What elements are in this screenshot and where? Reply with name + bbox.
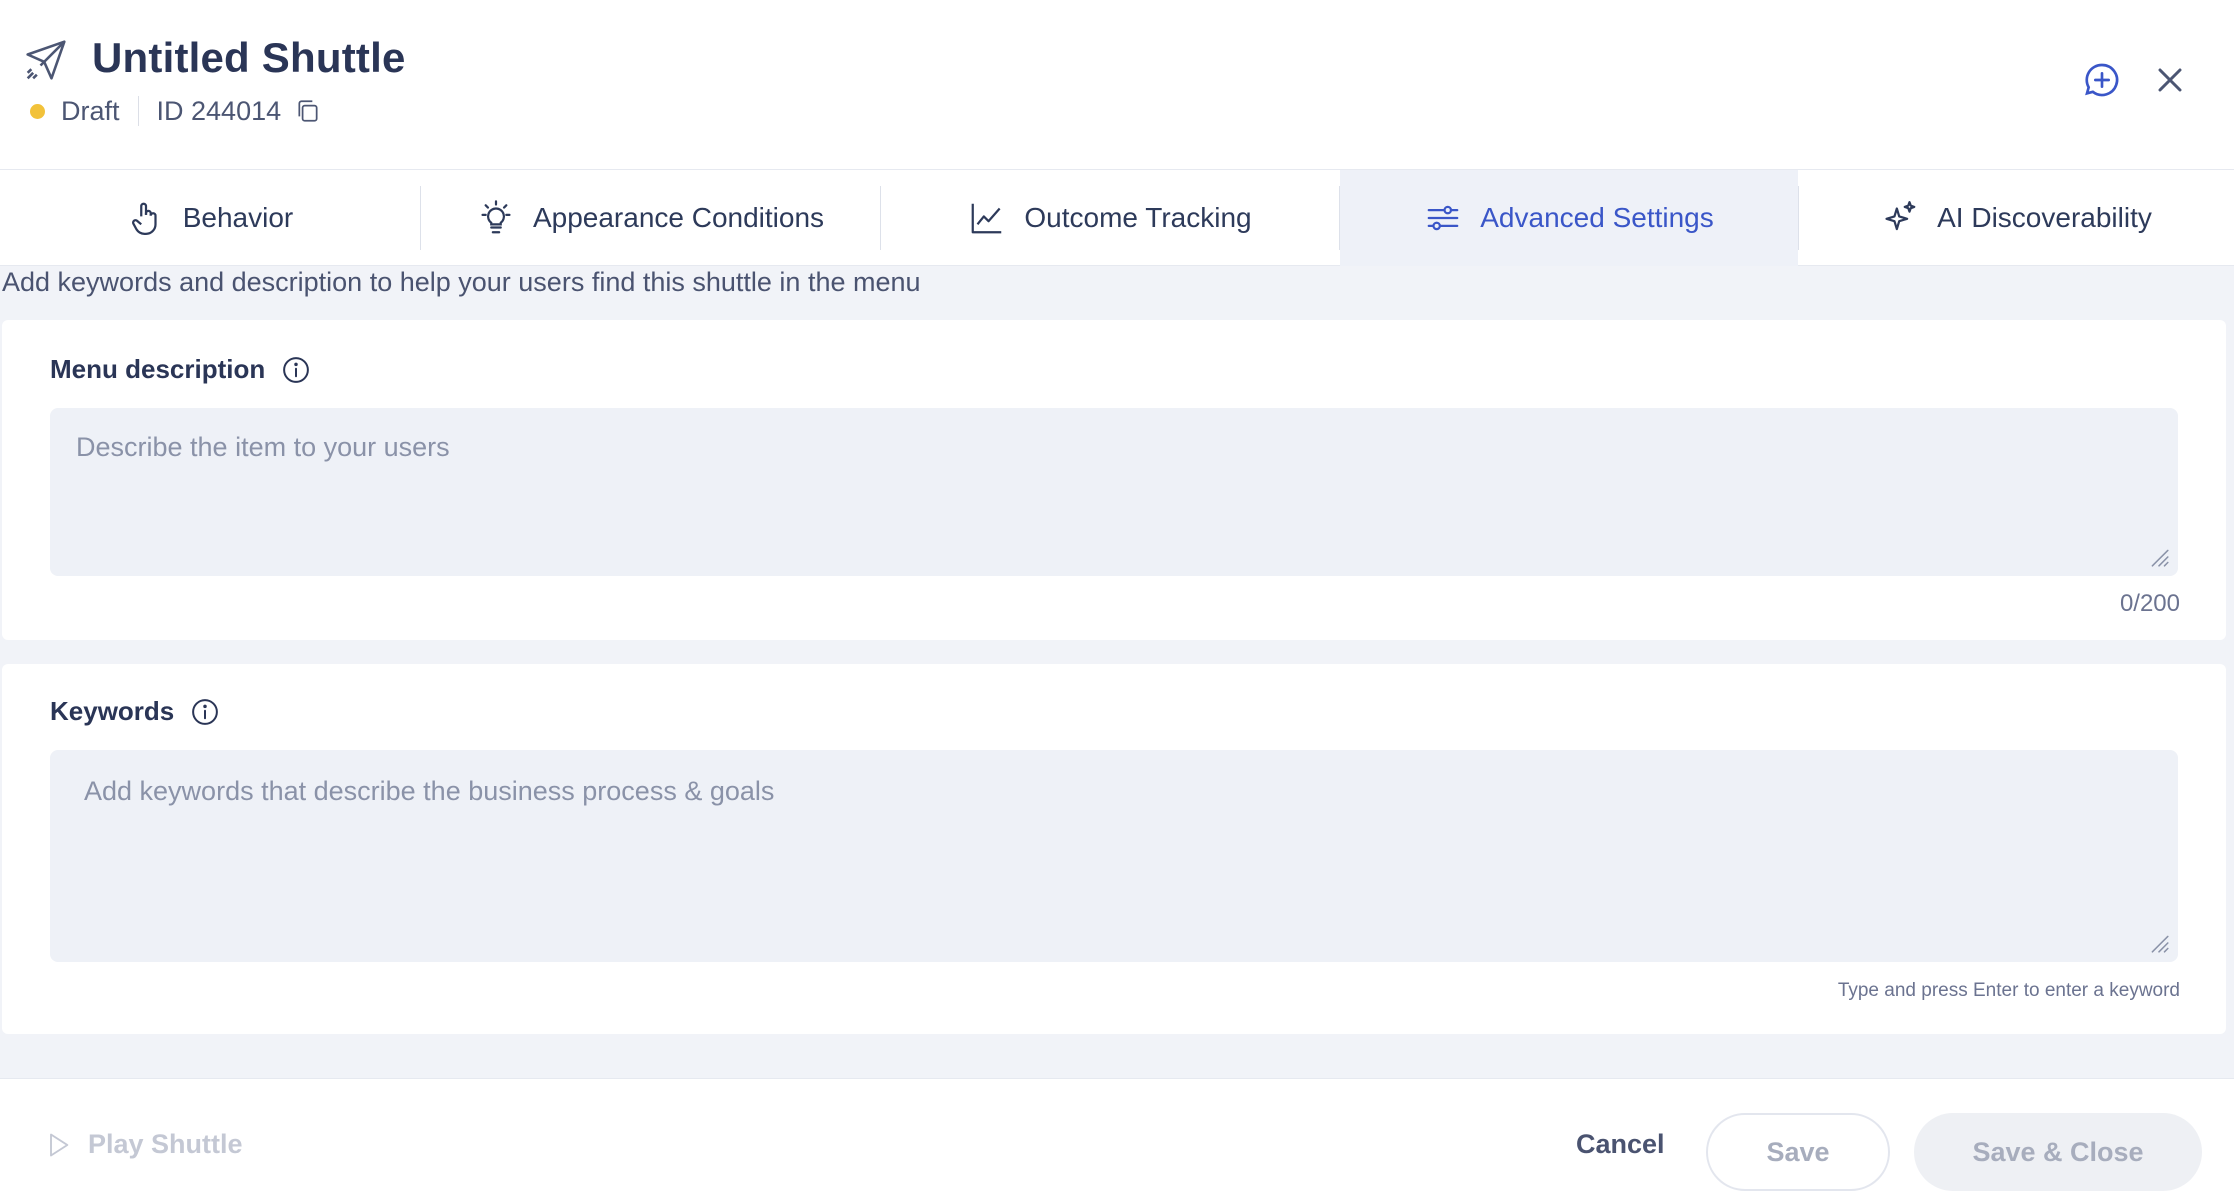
cancel-button[interactable]: Cancel xyxy=(1576,1129,1665,1160)
footer: Play Shuttle Cancel Save Save & Close xyxy=(0,1078,2234,1198)
intro-text: Add keywords and description to help you… xyxy=(2,267,921,297)
status-row: Draft ID 244014 xyxy=(30,94,321,128)
lightbulb-icon xyxy=(481,200,511,234)
keywords-placeholder: Add keywords that describe the business … xyxy=(84,776,775,806)
menu-description-card: Menu description Describe the item to yo… xyxy=(2,320,2226,640)
info-icon[interactable] xyxy=(281,355,311,385)
tab-label: Appearance Conditions xyxy=(532,202,825,233)
play-shuttle-button[interactable]: Play Shuttle xyxy=(44,1129,243,1160)
tab-label: Behavior xyxy=(182,202,294,233)
resize-handle-icon[interactable] xyxy=(2148,546,2170,568)
tab-behavior[interactable]: Behavior xyxy=(0,170,420,266)
menu-description-placeholder: Describe the item to your users xyxy=(76,432,450,462)
close-icon[interactable] xyxy=(2150,60,2190,100)
save-and-close-button[interactable]: Save & Close xyxy=(1914,1113,2202,1191)
tab-outcome-tracking[interactable]: Outcome Tracking xyxy=(881,170,1339,266)
character-counter: 0/200 xyxy=(2119,590,2180,617)
sparkles-icon xyxy=(1885,201,1916,231)
hand-pointer-icon xyxy=(131,202,157,235)
keywords-label: Keywords xyxy=(50,696,220,727)
sliders-icon xyxy=(1427,205,1459,231)
shuttle-id: ID 244014 xyxy=(156,95,282,126)
tab-label: Advanced Settings xyxy=(1480,202,1714,233)
line-chart-icon xyxy=(972,203,1002,234)
tab-appearance-conditions[interactable]: Appearance Conditions xyxy=(421,170,880,266)
copy-icon[interactable] xyxy=(295,98,321,124)
info-icon[interactable] xyxy=(190,697,220,727)
play-shuttle-label: Play Shuttle xyxy=(88,1129,243,1159)
status-badge: Draft xyxy=(61,95,120,126)
page-title: Untitled Shuttle xyxy=(92,34,406,81)
tab-label: AI Discoverability xyxy=(1937,202,2152,233)
main-content: Add keywords and description to help you… xyxy=(0,266,2234,1078)
save-button[interactable]: Save xyxy=(1706,1113,1890,1191)
menu-description-label: Menu description xyxy=(50,354,311,385)
status-dot xyxy=(30,103,45,119)
menu-description-input[interactable]: Describe the item to your users xyxy=(50,408,2178,576)
add-comment-icon[interactable] xyxy=(2082,60,2122,100)
keywords-card: Keywords Add keywords that describe the … xyxy=(2,664,2226,1034)
tab-ai-discoverability[interactable]: AI Discoverability xyxy=(1799,170,2234,266)
header: Untitled Shuttle Draft ID 244014 xyxy=(0,0,2234,170)
keywords-input[interactable]: Add keywords that describe the business … xyxy=(50,750,2178,962)
paper-plane-icon xyxy=(26,40,66,80)
tab-label: Outcome Tracking xyxy=(1024,202,1252,233)
field-label-text: Menu description xyxy=(50,354,266,384)
tab-advanced-settings[interactable]: Advanced Settings xyxy=(1340,170,1798,266)
field-label-text: Keywords xyxy=(50,696,175,726)
play-icon xyxy=(50,1133,69,1156)
status-divider xyxy=(137,96,139,126)
resize-handle-icon[interactable] xyxy=(2148,932,2170,954)
keywords-hint: Type and press Enter to enter a keyword xyxy=(1837,980,2180,1001)
tab-bar: Behavior Appearance Conditions Outcome T… xyxy=(0,170,2234,266)
